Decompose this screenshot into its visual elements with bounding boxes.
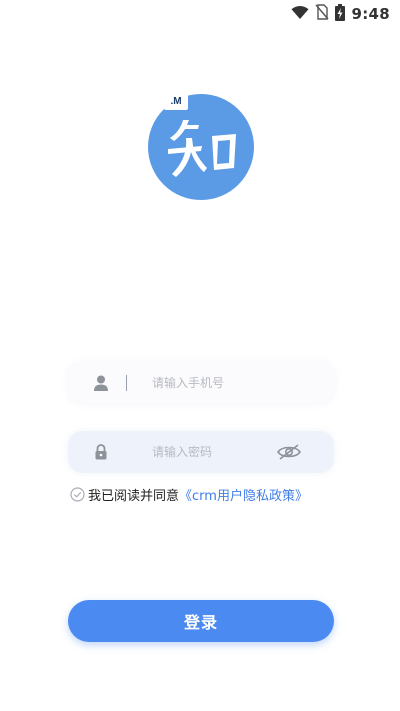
status-bar: 9:48 [0,0,400,28]
agreement-row: 我已阅读并同意 《crm用户隐私政策》 [70,484,308,504]
eye-hidden-icon[interactable] [276,443,302,461]
phone-input[interactable] [152,362,322,404]
phone-field[interactable] [68,362,334,404]
text-cursor [126,375,127,391]
status-icons: 9:48 [291,3,390,25]
no-sim-icon [315,4,330,24]
privacy-policy-link[interactable]: 《crm用户隐私政策》 [179,485,308,504]
battery-charging-icon [335,3,346,25]
password-field[interactable] [68,431,334,473]
clock: 9:48 [351,5,390,23]
user-icon [92,374,110,392]
agreement-text: 我已阅读并同意 [88,488,180,504]
agreement-checkbox[interactable] [70,486,85,502]
logo-glyph-icon [168,120,236,177]
wifi-icon [291,5,309,24]
logo-tag: .M [164,94,188,110]
login-button[interactable]: 登录 [68,600,334,642]
password-input[interactable] [152,431,272,473]
lock-icon [92,443,110,461]
